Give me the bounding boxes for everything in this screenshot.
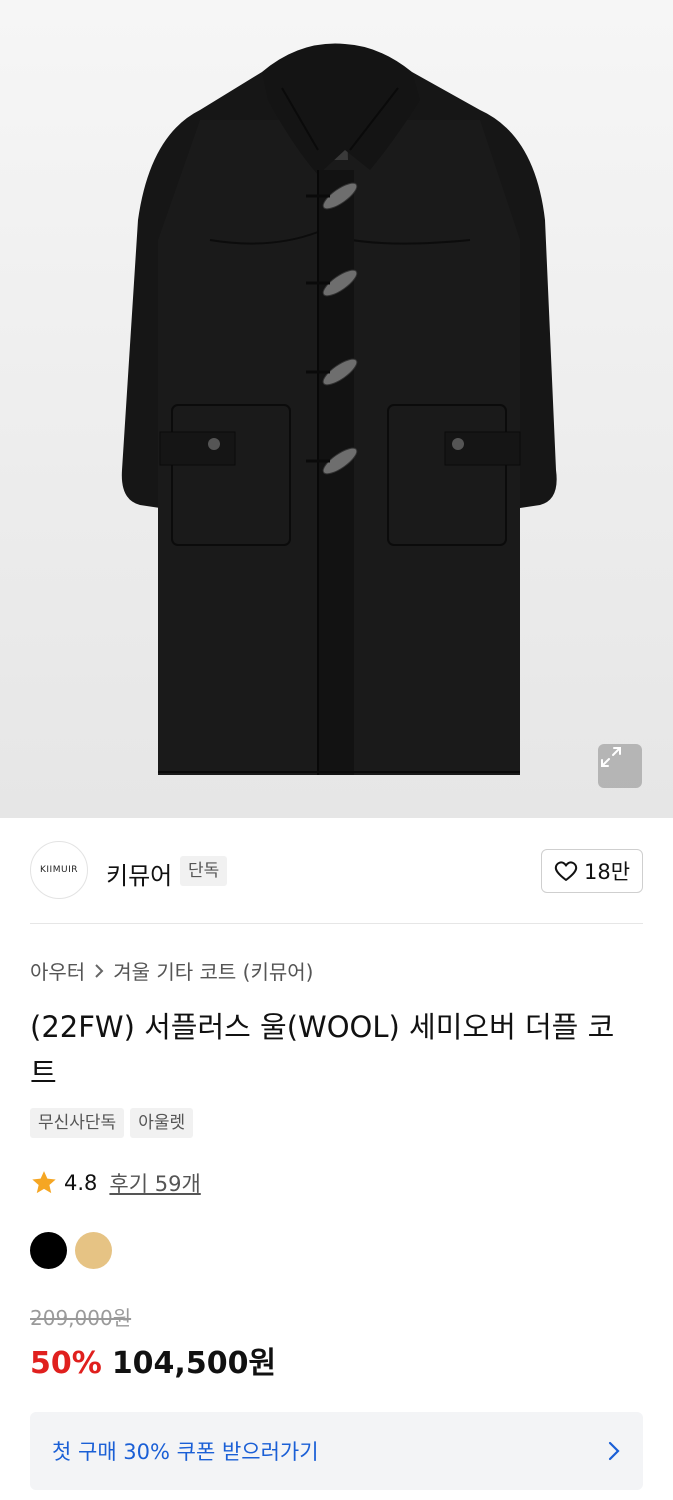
expand-arrows-icon <box>601 747 621 767</box>
brand-name[interactable]: 키뮤어 <box>106 856 172 891</box>
exclusive-badge: 단독 <box>180 856 228 886</box>
rating-score: 4.8 <box>64 1171 98 1195</box>
heart-outline-icon <box>554 861 578 881</box>
color-swatches <box>30 1232 112 1269</box>
like-count: 18만 <box>583 860 631 884</box>
brand-logo[interactable]: KIIMUIR <box>30 841 88 899</box>
reviews-link[interactable]: 후기 59개 <box>109 1168 200 1198</box>
brand-logo-text: KIIMUIR <box>40 865 78 875</box>
duffle-coat-illustration <box>121 43 557 775</box>
breadcrumb-item-outer[interactable]: 아우터 <box>30 956 85 985</box>
color-swatch-black[interactable] <box>30 1232 67 1269</box>
product-image[interactable] <box>0 0 673 818</box>
brand-row: KIIMUIR 키뮤어 단독 18만 <box>30 840 643 902</box>
rating-row: 4.8 후기 59개 <box>30 1168 201 1198</box>
brand-like-button[interactable]: 18만 <box>541 849 643 893</box>
star-filled-icon <box>32 1171 56 1194</box>
chevron-right-icon <box>608 1441 620 1461</box>
divider <box>30 923 643 924</box>
coupon-text: 첫 구매 30% 쿠폰 받으러가기 <box>52 1440 319 1464</box>
first-purchase-coupon-button[interactable]: 첫 구매 30% 쿠폰 받으러가기 <box>30 1412 643 1490</box>
breadcrumb: 아우터 겨울 기타 코트 (키뮤어) <box>30 956 313 985</box>
price-row: 50% 104,500원 <box>30 1338 276 1382</box>
expand-image-button[interactable] <box>598 744 642 788</box>
original-price: 209,000원 <box>30 1306 132 1330</box>
tag-outlet: 아울렛 <box>130 1108 194 1138</box>
discount-rate: 50% <box>30 1346 102 1381</box>
product-title: (22FW) 서플러스 울(WOOL) 세미오버 더플 코트 <box>30 1010 615 1090</box>
sale-price: 104,500원 <box>111 1346 277 1381</box>
breadcrumb-item-category[interactable]: 겨울 기타 코트 (키뮤어) <box>113 956 313 985</box>
tag-musinsa-exclusive: 무신사단독 <box>30 1108 125 1138</box>
product-tags: 무신사단독 아울렛 <box>30 1108 194 1138</box>
chevron-right-icon <box>95 963 104 978</box>
color-swatch-beige[interactable] <box>75 1232 112 1269</box>
